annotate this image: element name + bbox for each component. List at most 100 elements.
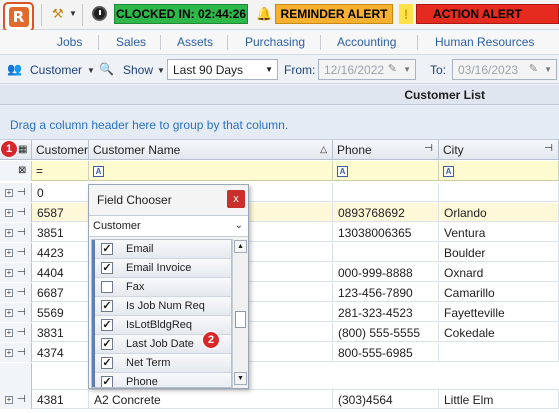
pin-icon[interactable]: ⊣: [17, 187, 28, 198]
pin-icon[interactable]: ⊣: [17, 307, 28, 318]
field-chooser-panel: Field Chooser x Customer ⌄ ✓ Email ✓ Email…: [88, 184, 249, 389]
field-category-select[interactable]: Customer ⌄: [89, 215, 248, 237]
chevron-down-icon[interactable]: ▼: [157, 66, 165, 75]
pin-icon[interactable]: ⊣: [17, 327, 28, 338]
period-select[interactable]: Last 90 Days ▼: [167, 59, 278, 80]
row-icons: + ⊣: [0, 203, 32, 222]
hammer-icon[interactable]: ⚒: [52, 6, 64, 22]
chevron-down-icon[interactable]: ▼: [69, 9, 77, 18]
expand-icon[interactable]: +: [5, 249, 13, 257]
field-item[interactable]: ✓ Phone: [92, 373, 231, 387]
field-checkbox[interactable]: ✓: [101, 319, 113, 331]
expand-icon[interactable]: +: [5, 309, 13, 317]
reminder-alert-button[interactable]: REMINDER ALERT: [275, 4, 393, 24]
pin-icon[interactable]: ⊣: [17, 287, 28, 298]
menu-accounting[interactable]: Accounting: [337, 35, 396, 49]
menu-assets[interactable]: Assets: [177, 35, 213, 49]
field-item[interactable]: ✓ Email: [92, 240, 231, 259]
field-checkbox[interactable]: ✓: [101, 262, 113, 274]
expand-icon[interactable]: +: [5, 189, 13, 197]
table-row[interactable]: + ⊣ 4381 A2 Concrete (303)4564 Little Elm: [0, 390, 559, 409]
customer-filter-button[interactable]: Customer: [30, 63, 82, 77]
from-label: From:: [284, 63, 316, 77]
scroll-up-icon[interactable]: ▲: [234, 240, 247, 253]
expand-icon[interactable]: +: [5, 269, 13, 277]
field-item[interactable]: ✓ Net Term: [92, 354, 231, 373]
menu-sales[interactable]: Sales: [116, 35, 146, 49]
filter-cell-customer-name[interactable]: A: [89, 161, 333, 181]
cell-phone: [333, 183, 439, 202]
filter-cell-phone[interactable]: A: [333, 161, 439, 181]
table-row[interactable]: + ⊣ 5569 281-323-4523 Fayetteville: [0, 303, 559, 322]
column-header-customer-name[interactable]: Customer Name △: [89, 140, 333, 160]
field-item[interactable]: ✓ Is Job Num Req: [92, 297, 231, 316]
table-row[interactable]: + ⊣ 4404 000-999-8888 Oxnard: [0, 263, 559, 282]
table-row[interactable]: + ⊣ 6687 123-456-7890 Camarillo: [0, 283, 559, 302]
main-menu: Jobs Sales Assets Purchasing Accounting …: [0, 30, 559, 55]
filter-cell-city[interactable]: A: [439, 161, 559, 181]
pin-icon[interactable]: ⊣: [17, 247, 28, 258]
table-row[interactable]: + ⊣ 6587 0893768692 Orlando: [0, 203, 559, 222]
expand-icon[interactable]: +: [5, 229, 13, 237]
field-list-scrollbar[interactable]: ▲ ▼: [232, 239, 248, 388]
column-header-phone[interactable]: Phone ⊣: [333, 140, 439, 160]
table-row[interactable]: + ⊣ 3831 (800) 555-5555 Cokedale: [0, 323, 559, 342]
from-date-value: 12/16/2022: [324, 62, 385, 77]
field-checkbox[interactable]: [101, 281, 113, 293]
field-checkbox[interactable]: ✓: [101, 357, 113, 369]
pin-icon[interactable]: ⊣: [17, 394, 28, 405]
expand-icon[interactable]: +: [5, 209, 13, 217]
clock-icon[interactable]: [92, 6, 107, 21]
field-item[interactable]: Fax: [92, 278, 231, 297]
field-checkbox[interactable]: ✓: [101, 300, 113, 312]
chevron-down-icon: ▼: [544, 65, 552, 74]
field-item-edge: [92, 259, 95, 278]
cell-phone: 281-323-4523: [333, 303, 439, 322]
cell-phone: 800-555-6985: [333, 343, 439, 362]
table-row[interactable]: + ⊣ 4423 Boulder: [0, 243, 559, 262]
pin-icon[interactable]: ⊣: [424, 143, 433, 154]
column-header-customer[interactable]: Customer: [32, 140, 89, 160]
field-chooser-icon[interactable]: ▦: [18, 144, 27, 155]
close-button[interactable]: x: [227, 190, 245, 208]
table-row[interactable]: + ⊣ 0: [0, 183, 559, 202]
table-row[interactable]: + ⊣ 4374 800-555-6985: [0, 343, 559, 362]
show-button[interactable]: Show: [123, 63, 153, 77]
expand-icon[interactable]: +: [5, 349, 13, 357]
field-checkbox[interactable]: ✓: [101, 338, 113, 350]
column-header-city[interactable]: City ⊣: [439, 140, 559, 160]
pin-icon[interactable]: ⊣: [17, 227, 28, 238]
menu-human-resources[interactable]: Human Resources: [435, 35, 534, 49]
pin-icon[interactable]: ⊣: [17, 207, 28, 218]
field-label: Last Job Date: [126, 338, 194, 350]
pin-icon[interactable]: ⊣: [17, 267, 28, 278]
chevron-down-icon[interactable]: ▼: [87, 66, 95, 75]
scroll-down-icon[interactable]: ▼: [234, 372, 247, 385]
field-checkbox[interactable]: ✓: [101, 243, 113, 255]
filter-clear-icon[interactable]: ⊠: [18, 165, 26, 176]
cell-customer: 4381: [32, 390, 89, 409]
cell-customer: 6687: [32, 283, 89, 302]
field-item[interactable]: ✓ Email Invoice: [92, 259, 231, 278]
clocked-in-status[interactable]: CLOCKED IN: 02:44:26: [114, 4, 248, 24]
cell-phone: 123-456-7890: [333, 283, 439, 302]
pin-icon[interactable]: ⊣: [544, 143, 553, 154]
scroll-thumb[interactable]: [235, 311, 246, 328]
menu-jobs[interactable]: Jobs: [57, 35, 82, 49]
group-by-area[interactable]: Drag a column header here to group by th…: [0, 106, 559, 140]
to-date-field[interactable]: 03/16/2023 ✎ ▼: [452, 59, 557, 80]
filter-cell-customer[interactable]: =: [32, 161, 89, 181]
field-checkbox[interactable]: ✓: [101, 376, 113, 387]
menu-purchasing[interactable]: Purchasing: [245, 35, 305, 49]
expand-icon[interactable]: +: [5, 329, 13, 337]
field-chooser-title: Field Chooser: [97, 193, 172, 207]
action-alert-button[interactable]: ACTION ALERT: [416, 4, 559, 24]
cell-city: Camarillo: [439, 283, 559, 302]
app-logo[interactable]: R: [3, 2, 34, 32]
table-row[interactable]: + ⊣ 3851 13038006365 Ventura: [0, 223, 559, 242]
pin-icon[interactable]: ⊣: [17, 347, 28, 358]
filter-clear-cell[interactable]: ⊠: [0, 161, 32, 181]
from-date-field[interactable]: 12/16/2022 ✎ ▼: [318, 59, 416, 80]
expand-icon[interactable]: +: [5, 289, 13, 297]
expand-icon[interactable]: +: [5, 396, 13, 404]
